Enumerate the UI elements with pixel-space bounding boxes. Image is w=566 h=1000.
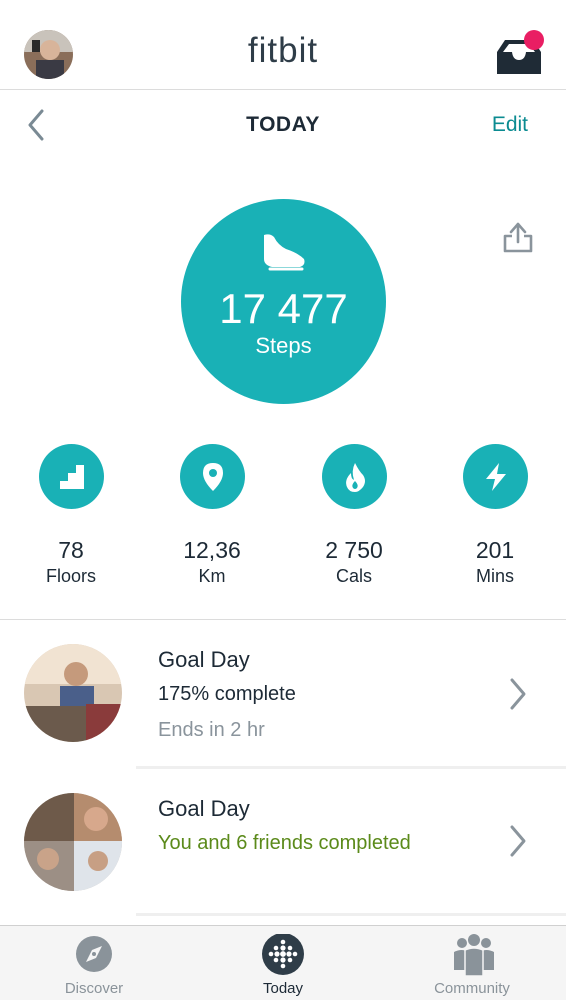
floors-label: Floors [45, 566, 96, 586]
floors-stat[interactable]: 78 Floors [6, 444, 136, 587]
notification-dot [524, 30, 544, 50]
edit-button[interactable]: Edit [492, 113, 528, 137]
active-minutes-label: Mins [475, 566, 514, 586]
tab-discover[interactable]: Discover [14, 934, 174, 997]
steps-tile[interactable]: 17 477 Steps [181, 199, 386, 404]
app-logo: fitbit [247, 31, 319, 70]
bottom-nav: Discover Today Community [0, 925, 566, 1000]
flame-icon [321, 444, 387, 509]
active-minutes-stat[interactable]: 201 Mins [430, 444, 560, 587]
stairs-icon [38, 444, 104, 509]
inbox-icon[interactable] [495, 30, 547, 76]
challenge-progress: 175% complete [158, 683, 296, 705]
tab-today[interactable]: Today [203, 933, 363, 997]
location-pin-icon [179, 444, 245, 509]
calories-label: Cals [335, 566, 372, 586]
challenge-ends: Ends in 2 hr [158, 719, 265, 741]
lightning-icon [462, 444, 528, 509]
tab-community[interactable]: Community [392, 934, 552, 997]
steps-label: Steps [255, 333, 312, 358]
tab-label: Discover [64, 980, 124, 997]
calories-stat[interactable]: 2 750 Cals [289, 444, 419, 587]
chevron-right-icon [508, 824, 528, 858]
compass-icon [72, 934, 116, 978]
top-bar: fitbit [0, 0, 566, 90]
challenge-row[interactable]: Goal Day 175% complete Ends in 2 hr [0, 620, 566, 768]
fitbit-dots-icon [261, 933, 305, 978]
steps-value: 17 477 [219, 285, 348, 332]
floors-value: 78 [58, 537, 84, 563]
challenge-thumbnail [24, 644, 122, 742]
distance-stat[interactable]: 12,36 Km [147, 444, 277, 587]
distance-label: Km [198, 566, 226, 586]
challenge-name: Goal Day [158, 796, 250, 821]
tab-label: Community [434, 980, 510, 997]
distance-value: 12,36 [183, 537, 241, 563]
challenge-status: You and 6 friends completed [158, 832, 411, 854]
shoe-icon [260, 231, 308, 271]
tab-label: Today [262, 980, 304, 997]
challenge-name: Goal Day [158, 647, 250, 672]
date-header: TODAY Edit [0, 90, 566, 160]
community-people-icon [450, 934, 494, 978]
chevron-right-icon [508, 677, 528, 711]
active-minutes-value: 201 [475, 537, 515, 563]
share-icon[interactable] [502, 220, 534, 254]
calories-value: 2 750 [325, 537, 383, 563]
challenge-row[interactable]: Goal Day You and 6 friends completed [0, 769, 566, 917]
challenge-thumbnail [24, 793, 122, 891]
row-separator [136, 913, 566, 916]
page-title: TODAY [246, 113, 320, 136]
